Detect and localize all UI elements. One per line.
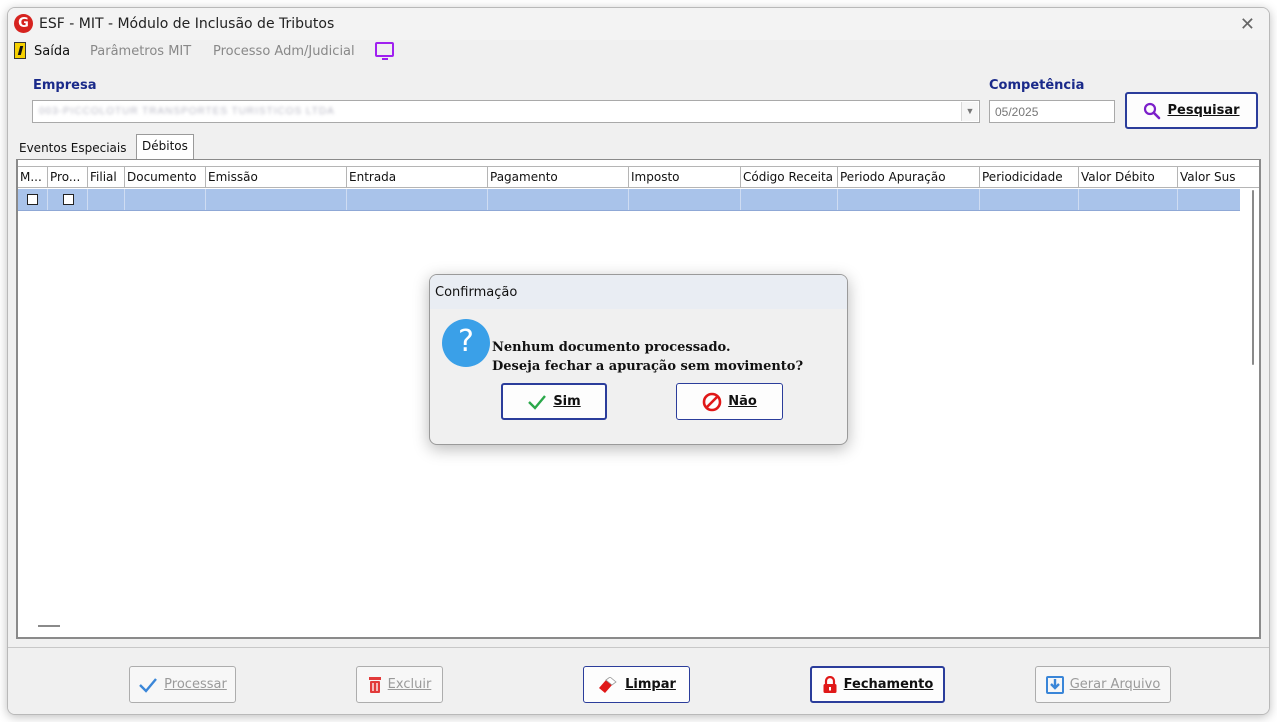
vertical-scrollbar[interactable] bbox=[1247, 190, 1257, 620]
cell-emissao[interactable] bbox=[206, 189, 347, 210]
col-header-imposto[interactable]: Imposto bbox=[629, 167, 741, 188]
trash-icon bbox=[368, 676, 381, 693]
processar-label: Processar bbox=[164, 677, 227, 692]
col-header-entrada[interactable]: Entrada bbox=[347, 167, 488, 188]
search-icon bbox=[1144, 102, 1161, 119]
limpar-label: Limpar bbox=[625, 677, 676, 692]
marcar-checkbox[interactable] bbox=[27, 194, 38, 205]
check-icon bbox=[139, 677, 158, 693]
question-icon: ? bbox=[442, 319, 490, 367]
col-header-periodicidade[interactable]: Periodicidade bbox=[980, 167, 1079, 188]
competencia-input[interactable]: 05/2025 bbox=[989, 100, 1115, 123]
nao-button[interactable]: Não bbox=[676, 383, 783, 420]
limpar-button[interactable]: Limpar bbox=[583, 666, 690, 703]
cell-valor-suspenso[interactable] bbox=[1178, 189, 1240, 210]
fechamento-button[interactable]: Fechamento bbox=[810, 666, 945, 703]
competencia-label: Competência bbox=[989, 78, 1085, 93]
menu-saida[interactable]: Saída bbox=[34, 44, 70, 59]
cell-documento[interactable] bbox=[125, 189, 206, 210]
eraser-icon bbox=[599, 676, 617, 693]
tab-eventos-especiais[interactable]: Eventos Especiais bbox=[14, 137, 132, 159]
cell-entrada[interactable] bbox=[347, 189, 488, 210]
vertical-scrollbar-thumb[interactable] bbox=[1252, 190, 1254, 365]
cell-marcar[interactable] bbox=[18, 189, 48, 210]
empresa-value: 003-PICCOLOTUR TRANSPORTES TURISTICOS LT… bbox=[39, 106, 335, 117]
fechamento-label: Fechamento bbox=[843, 677, 934, 692]
col-header-documento[interactable]: Documento bbox=[125, 167, 206, 188]
col-header-codigo-receita[interactable]: Código Receita bbox=[741, 167, 838, 188]
cell-pagamento[interactable] bbox=[488, 189, 629, 210]
empresa-label: Empresa bbox=[33, 78, 97, 93]
horizontal-scrollbar-thumb[interactable] bbox=[38, 625, 60, 627]
search-button[interactable]: Pesquisar bbox=[1125, 92, 1258, 129]
action-bar: Processar Excluir Limpar Fechamento Gera… bbox=[8, 647, 1269, 714]
col-header-pagamento[interactable]: Pagamento bbox=[488, 167, 629, 188]
cell-periodicidade[interactable] bbox=[980, 189, 1079, 210]
confirmation-dialog: Confirmação ? Nenhum documento processad… bbox=[429, 274, 848, 445]
monitor-icon[interactable] bbox=[375, 42, 394, 60]
menu-parametros-mit[interactable]: Parâmetros MIT bbox=[90, 44, 191, 59]
gerar-arquivo-button[interactable]: Gerar Arquivo bbox=[1035, 666, 1171, 703]
grid-header: M... Pro... Filial Documento Emissão Ent… bbox=[18, 166, 1259, 188]
sim-label: Sim bbox=[553, 394, 581, 409]
menu-processo-adm-judicial[interactable]: Processo Adm/Judicial bbox=[213, 44, 355, 59]
check-icon bbox=[528, 394, 547, 410]
dialog-title: Confirmação bbox=[430, 275, 847, 309]
col-header-filial[interactable]: Filial bbox=[88, 167, 125, 188]
gerar-arquivo-label: Gerar Arquivo bbox=[1069, 677, 1161, 692]
dialog-message-line1: Nenhum documento processado. bbox=[492, 340, 731, 355]
col-header-marcar[interactable]: M... bbox=[18, 167, 48, 188]
col-header-valor-debito[interactable]: Valor Débito bbox=[1079, 167, 1178, 188]
prohibited-icon bbox=[702, 392, 722, 411]
col-header-emissao[interactable]: Emissão bbox=[206, 167, 347, 188]
nao-label: Não bbox=[728, 394, 757, 409]
cell-codigo-receita[interactable] bbox=[741, 189, 838, 210]
cell-valor-debito[interactable] bbox=[1079, 189, 1178, 210]
download-tray-icon bbox=[1045, 675, 1064, 694]
chevron-down-icon[interactable]: ▼ bbox=[961, 102, 978, 121]
search-button-label: Pesquisar bbox=[1167, 103, 1240, 118]
table-row[interactable] bbox=[18, 189, 1240, 211]
cell-periodo-apuracao[interactable] bbox=[838, 189, 980, 210]
col-header-processar[interactable]: Pro... bbox=[48, 167, 88, 188]
dialog-message-line2: Deseja fechar a apuração sem movimento? bbox=[492, 359, 804, 374]
menu-bar: Saída Parâmetros MIT Processo Adm/Judici… bbox=[8, 40, 1269, 62]
empresa-combobox[interactable]: 003-PICCOLOTUR TRANSPORTES TURISTICOS LT… bbox=[32, 100, 980, 123]
col-header-periodo-apuracao[interactable]: Periodo Apuração bbox=[838, 167, 980, 188]
window-title: ESF - MIT - Módulo de Inclusão de Tribut… bbox=[39, 16, 335, 32]
app-logo-icon: G bbox=[14, 14, 33, 33]
close-button[interactable]: ✕ bbox=[1240, 14, 1255, 35]
cell-imposto[interactable] bbox=[629, 189, 741, 210]
col-header-valor-suspenso[interactable]: Valor Sus bbox=[1178, 167, 1240, 188]
title-bar: G ESF - MIT - Módulo de Inclusão de Trib… bbox=[8, 8, 1269, 40]
excluir-button[interactable]: Excluir bbox=[356, 666, 443, 703]
exit-door-icon[interactable] bbox=[14, 42, 26, 59]
cell-processar[interactable] bbox=[48, 189, 88, 210]
processar-button[interactable]: Processar bbox=[129, 666, 236, 703]
tab-debitos[interactable]: Débitos bbox=[136, 134, 194, 160]
processar-checkbox[interactable] bbox=[63, 194, 74, 205]
cell-filial[interactable] bbox=[88, 189, 125, 210]
sim-button[interactable]: Sim bbox=[501, 383, 607, 420]
lock-icon bbox=[823, 675, 837, 693]
excluir-label: Excluir bbox=[387, 677, 432, 692]
